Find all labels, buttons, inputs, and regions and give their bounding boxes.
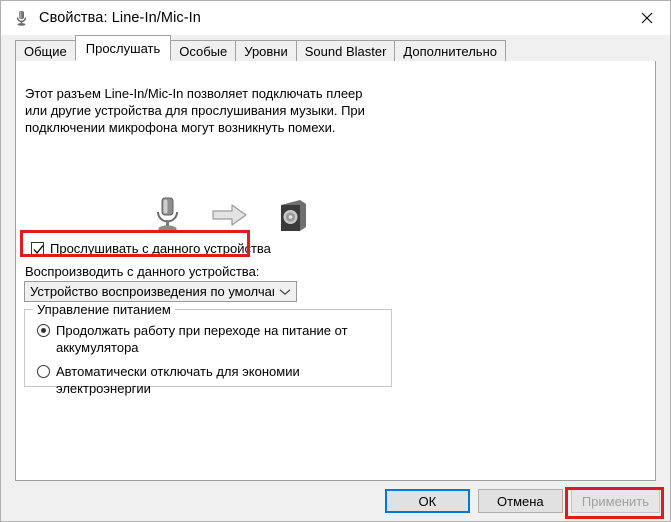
dialog-footer: ОК Отмена Применить [1, 481, 670, 521]
properties-dialog: Свойства: Line-In/Mic-In Общие Прослушат… [0, 0, 671, 522]
tab-strip: Общие Прослушать Особые Уровни Sound Bla… [1, 35, 670, 61]
listen-checkbox[interactable] [31, 242, 44, 255]
chevron-down-icon [274, 288, 296, 296]
tab-urovni[interactable]: Уровни [235, 40, 297, 61]
cancel-button[interactable]: Отмена [477, 489, 563, 513]
playback-device-select[interactable]: Устройство воспроизведения по умолчанию [24, 281, 297, 302]
tab-proslushat[interactable]: Прослушать [74, 35, 172, 61]
radio-battery-continue[interactable] [37, 324, 50, 337]
power-management-title: Управление питанием [33, 302, 175, 317]
tab-panel-listen: Этот разъем Line-In/Mic-In позволяет под… [15, 60, 656, 481]
tab-sound-blaster[interactable]: Sound Blaster [295, 40, 396, 61]
power-option-label-2: Автоматически отключать для экономии эле… [56, 364, 300, 396]
playback-device-value: Устройство воспроизведения по умолчанию [30, 284, 274, 299]
tab-obshie[interactable]: Общие [15, 40, 76, 61]
power-option-label-1: Продолжать работу при переходе на питани… [56, 323, 348, 355]
speaker-icon [276, 197, 310, 236]
apply-button[interactable]: Применить [570, 489, 660, 513]
arrow-right-icon [212, 203, 248, 230]
tab-osobye[interactable]: Особые [170, 40, 237, 61]
radio-auto-off[interactable] [37, 365, 50, 378]
ok-button[interactable]: ОК [384, 489, 470, 513]
listen-checkbox-label: Прослушивать с данного устройства [50, 241, 271, 256]
tab-dopolnitelno[interactable]: Дополнительно [394, 40, 506, 61]
listen-checkbox-row[interactable]: Прослушивать с данного устройства [26, 235, 279, 262]
window-title: Свойства: Line-In/Mic-In [39, 10, 201, 26]
panel-description: Этот разъем Line-In/Mic-In позволяет под… [25, 86, 365, 135]
power-management-group: Управление питанием Продолжать работу пр… [24, 302, 392, 396]
close-icon[interactable] [624, 1, 670, 35]
checkmark-icon [33, 245, 44, 255]
title-bar: Свойства: Line-In/Mic-In [1, 1, 670, 35]
window-controls [624, 1, 670, 35]
power-option-auto-off[interactable]: Автоматически отключать для экономии эле… [37, 363, 382, 397]
power-option-battery-continue[interactable]: Продолжать работу при переходе на питани… [37, 322, 377, 356]
device-flow [136, 193, 306, 239]
microphone-icon [150, 195, 184, 237]
playback-device-label: Воспроизводить с данного устройства: [25, 264, 260, 279]
microphone-icon [11, 8, 31, 28]
